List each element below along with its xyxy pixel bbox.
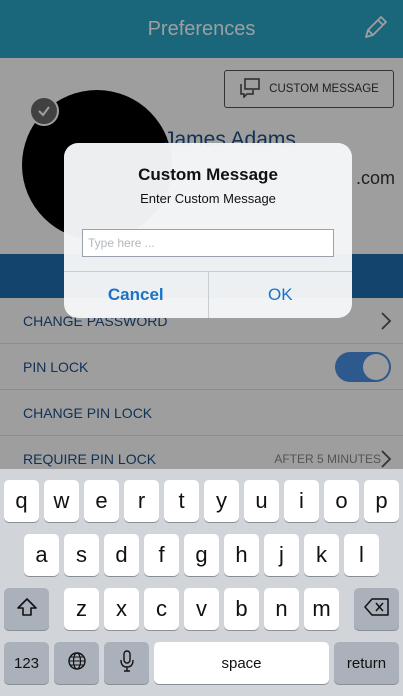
key-c[interactable]: c xyxy=(144,588,179,630)
key-u[interactable]: u xyxy=(244,480,279,522)
key-y[interactable]: y xyxy=(204,480,239,522)
shift-key[interactable] xyxy=(4,588,49,630)
microphone-icon xyxy=(119,650,135,676)
custom-message-input[interactable] xyxy=(82,229,334,257)
globe-icon xyxy=(67,651,87,675)
key-d[interactable]: d xyxy=(104,534,139,576)
key-g[interactable]: g xyxy=(184,534,219,576)
return-key[interactable]: return xyxy=(334,642,399,684)
alert-message: Enter Custom Message xyxy=(140,191,276,206)
key-p[interactable]: p xyxy=(364,480,399,522)
key-o[interactable]: o xyxy=(324,480,359,522)
key-q[interactable]: q xyxy=(4,480,39,522)
key-e[interactable]: e xyxy=(84,480,119,522)
key-a[interactable]: a xyxy=(24,534,59,576)
key-z[interactable]: z xyxy=(64,588,99,630)
custom-message-alert: Custom Message Enter Custom Message Canc… xyxy=(64,143,352,318)
alert-title: Custom Message xyxy=(138,165,278,184)
key-f[interactable]: f xyxy=(144,534,179,576)
key-n[interactable]: n xyxy=(264,588,299,630)
space-key[interactable]: space xyxy=(154,642,329,684)
alert-button-bar: Cancel OK xyxy=(64,271,352,318)
key-r[interactable]: r xyxy=(124,480,159,522)
key-t[interactable]: t xyxy=(164,480,199,522)
key-m[interactable]: m xyxy=(304,588,339,630)
numbers-key[interactable]: 123 xyxy=(4,642,49,684)
key-s[interactable]: s xyxy=(64,534,99,576)
key-i[interactable]: i xyxy=(284,480,319,522)
key-v[interactable]: v xyxy=(184,588,219,630)
key-k[interactable]: k xyxy=(304,534,339,576)
globe-key[interactable] xyxy=(54,642,99,684)
backspace-key[interactable] xyxy=(354,588,399,630)
shift-icon xyxy=(16,597,38,621)
dictation-key[interactable] xyxy=(104,642,149,684)
key-l[interactable]: l xyxy=(344,534,379,576)
key-x[interactable]: x xyxy=(104,588,139,630)
keyboard: q w e r t y u i o p a s d f g h j k l z … xyxy=(0,469,403,696)
key-j[interactable]: j xyxy=(264,534,299,576)
key-w[interactable]: w xyxy=(44,480,79,522)
key-h[interactable]: h xyxy=(224,534,259,576)
cancel-button[interactable]: Cancel xyxy=(64,272,209,318)
ok-button[interactable]: OK xyxy=(209,272,353,318)
key-b[interactable]: b xyxy=(224,588,259,630)
backspace-icon xyxy=(363,598,390,620)
